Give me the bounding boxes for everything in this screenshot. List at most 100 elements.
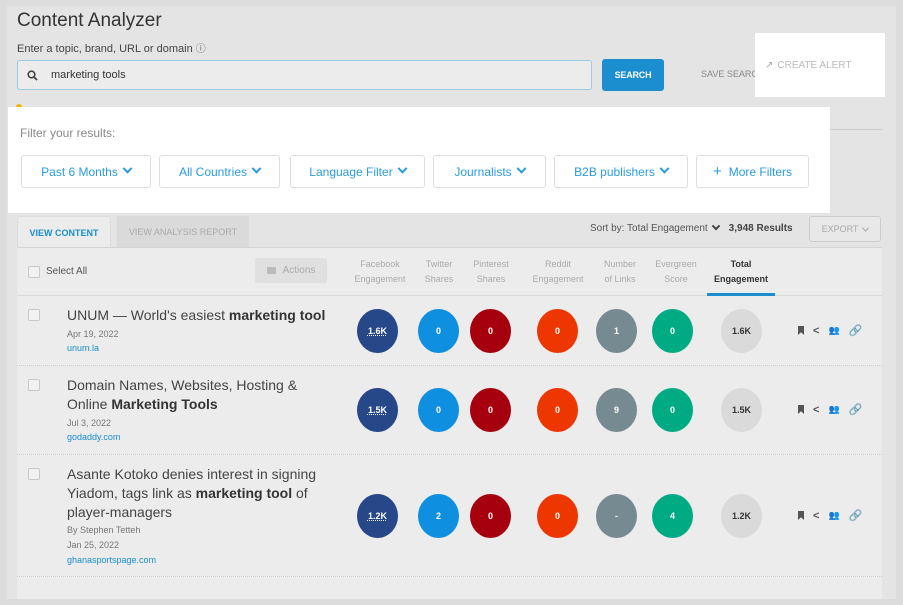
- plus-icon: +: [712, 163, 722, 180]
- share-icon[interactable]: <: [813, 325, 819, 337]
- chevron-down-icon: [659, 163, 670, 174]
- col-header-links[interactable]: Number of Links: [599, 257, 641, 287]
- filter-panel: Filter your results: Past 6 Months All C…: [8, 107, 830, 213]
- share-icon[interactable]: <: [813, 404, 819, 416]
- row-checkbox[interactable]: [28, 468, 40, 480]
- reddit-engagement: 0: [537, 309, 578, 353]
- filter-journalists[interactable]: Journalists: [433, 155, 546, 188]
- row-checkbox[interactable]: [28, 309, 40, 321]
- reddit-engagement: 0: [537, 494, 578, 538]
- filter-language[interactable]: Language Filter: [290, 155, 425, 188]
- table-row: UNUM — World's easiest marketing tool Ap…: [17, 296, 882, 366]
- filter-label: Filter your results:: [20, 126, 116, 140]
- filter-journalists-label: Journalists: [454, 164, 512, 179]
- people-icon[interactable]: 👥: [828, 510, 839, 521]
- col-header-line: Score: [664, 274, 688, 284]
- col-header-line: Engagement: [354, 274, 406, 284]
- row-date: Jul 3, 2022: [67, 418, 112, 428]
- search-icon: [27, 69, 41, 81]
- link-icon[interactable]: 🔗: [849, 403, 863, 416]
- col-header-line: Pinterest: [473, 259, 509, 269]
- actions-label: Actions: [282, 265, 316, 276]
- select-all-label: Select All: [46, 266, 88, 277]
- tab-view-content[interactable]: VIEW CONTENT: [17, 216, 111, 248]
- actions-button[interactable]: Actions: [255, 258, 327, 283]
- save-search-label: SAVE SEARCH: [701, 69, 756, 79]
- evergreen-score: 0: [652, 309, 693, 353]
- row-domain[interactable]: ghanasportspage.com: [67, 555, 156, 565]
- col-header-reddit[interactable]: Reddit Engagement: [530, 257, 586, 287]
- number-of-links[interactable]: 1: [596, 309, 637, 353]
- create-alert-button[interactable]: ↗ CREATE ALERT: [755, 33, 885, 97]
- search-label-text: Enter a topic, brand, URL or domain: [17, 43, 193, 55]
- people-icon[interactable]: 👥: [828, 404, 839, 415]
- row-actions: < 👥 🔗: [798, 509, 862, 522]
- results-table: Select All Actions Facebook Engagement Tw…: [17, 247, 882, 599]
- more-filters-label: More Filters: [728, 164, 793, 179]
- chevron-down-icon: [251, 163, 262, 174]
- col-header-evergreen[interactable]: Evergreen Score: [651, 257, 701, 287]
- bookmark-icon[interactable]: [798, 326, 804, 335]
- row-date: Jan 25, 2022: [67, 540, 120, 550]
- link-icon[interactable]: 🔗: [849, 509, 863, 522]
- chevron-down-icon: [122, 163, 133, 174]
- row-title[interactable]: Asante Kotoko denies interest in signing…: [67, 465, 337, 522]
- col-header-line: Evergreen: [655, 259, 697, 269]
- more-filters-button[interactable]: + More Filters: [696, 155, 809, 188]
- filter-countries[interactable]: All Countries: [159, 155, 280, 188]
- col-header-line: Number: [603, 259, 636, 269]
- col-header-total[interactable]: Total Engagement: [707, 257, 775, 287]
- col-header-pinterest[interactable]: Pinterest Shares: [469, 257, 513, 287]
- row-title[interactable]: Domain Names, Websites, Hosting & Online…: [67, 376, 337, 414]
- number-of-links[interactable]: 9: [596, 388, 637, 432]
- share-icon[interactable]: <: [813, 510, 819, 522]
- tab-view-analysis-report[interactable]: VIEW ANALYSIS REPORT: [117, 216, 249, 247]
- link-icon[interactable]: 🔗: [849, 324, 863, 337]
- save-search-button[interactable]: SAVE SEARCH: [698, 69, 756, 79]
- number-of-links[interactable]: -: [596, 494, 637, 538]
- facebook-engagement[interactable]: 1.5K: [357, 388, 398, 432]
- bookmark-icon[interactable]: [798, 511, 804, 520]
- row-date: Apr 19, 2022: [67, 329, 119, 339]
- search-input-container[interactable]: [17, 60, 592, 90]
- title-highlight: marketing tool: [228, 307, 326, 323]
- facebook-engagement[interactable]: 1.2K: [357, 494, 398, 538]
- pinterest-shares: 0: [470, 388, 511, 432]
- pinterest-shares: 0: [470, 309, 511, 353]
- col-header-facebook[interactable]: Facebook Engagement: [351, 257, 409, 287]
- row-domain[interactable]: godaddy.com: [67, 432, 120, 442]
- row-checkbox[interactable]: [28, 379, 40, 391]
- filter-date-range[interactable]: Past 6 Months: [21, 155, 151, 188]
- twitter-shares: 2: [418, 494, 459, 538]
- chevron-down-icon: [711, 221, 720, 230]
- row-actions: < 👥 🔗: [798, 403, 862, 416]
- col-header-line: Twitter: [425, 259, 453, 269]
- total-engagement: 1.5K: [721, 388, 762, 432]
- filter-language-label: Language Filter: [309, 164, 393, 179]
- sort-by-dropdown[interactable]: Sort by: Total Engagement 3,948 Results: [590, 221, 793, 234]
- select-all-checkbox[interactable]: [28, 266, 40, 278]
- chevron-down-icon: [862, 224, 870, 232]
- row-domain[interactable]: unum.la: [67, 343, 99, 353]
- title-highlight: Marketing Tools: [111, 396, 218, 412]
- twitter-shares: 0: [418, 388, 459, 432]
- row-title[interactable]: UNUM — World's easiest marketing tool: [67, 306, 337, 325]
- evergreen-score: 0: [652, 388, 693, 432]
- filter-b2b-publishers[interactable]: B2B publishers: [554, 155, 688, 188]
- total-engagement: 1.6K: [721, 309, 762, 353]
- col-header-line: Reddit: [544, 259, 571, 269]
- title-highlight: marketing tool: [195, 485, 293, 501]
- bookmark-icon[interactable]: [798, 405, 804, 414]
- people-icon[interactable]: 👥: [828, 325, 839, 336]
- col-header-line: Total: [730, 259, 752, 269]
- search-input[interactable]: [51, 69, 551, 81]
- search-button[interactable]: SEARCH: [602, 59, 664, 91]
- col-header-twitter[interactable]: Twitter Shares: [421, 257, 457, 287]
- info-icon[interactable]: ⓘ: [196, 44, 206, 55]
- export-button[interactable]: EXPORT: [809, 216, 881, 242]
- filter-countries-label: All Countries: [178, 164, 248, 179]
- facebook-engagement[interactable]: 1.6K: [357, 309, 398, 353]
- table-header: Select All Actions Facebook Engagement Tw…: [17, 248, 882, 296]
- page-title: Content Analyzer: [17, 10, 162, 31]
- comments-icon: [266, 267, 276, 274]
